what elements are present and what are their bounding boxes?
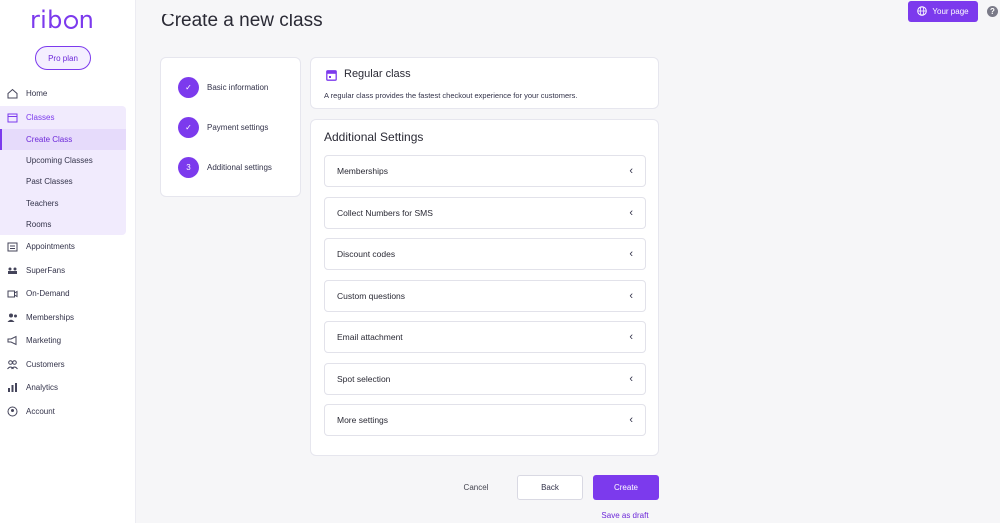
additional-settings-title: Additional Settings	[324, 130, 424, 144]
sidebar: rib n Pro plan Home Classes Create Class …	[0, 0, 136, 523]
classes-group: Classes Create Class Upcoming Classes Pa…	[0, 105, 126, 235]
pro-plan-button[interactable]: Pro plan	[35, 46, 91, 70]
calendar-icon	[7, 241, 18, 252]
sidebar-item-memberships[interactable]: Memberships	[0, 305, 136, 329]
home-icon	[7, 88, 18, 99]
class-type-card: Regular class A regular class provides t…	[310, 57, 659, 109]
sidebar-item-label: Marketing	[26, 336, 62, 346]
superfans-icon	[7, 265, 18, 276]
sidebar-subitem-teachers[interactable]: Teachers	[0, 193, 126, 214]
section-discount-codes[interactable]: Discount codes ‹	[324, 238, 646, 270]
sidebar-subitem-upcoming-classes[interactable]: Upcoming Classes	[0, 150, 126, 171]
section-email-attachment[interactable]: Email attachment ‹	[324, 321, 646, 353]
ribbon-logo[interactable]: rib n	[30, 6, 94, 34]
sidebar-subitem-create-class[interactable]: Create Class	[0, 129, 126, 151]
class-type-description: A regular class provides the fastest che…	[324, 91, 578, 100]
step-payment-settings[interactable]: ✓ Payment settings	[178, 117, 268, 138]
chevron-left-icon: ‹	[629, 165, 633, 177]
users-icon	[7, 312, 18, 323]
chevron-left-icon: ‹	[629, 290, 633, 302]
sidebar-subitem-past-classes[interactable]: Past Classes	[0, 171, 126, 192]
back-button[interactable]: Back	[517, 475, 583, 500]
sidebar-nav: Home Classes Create Class Upcoming Class…	[0, 82, 136, 423]
chevron-left-icon: ‹	[629, 414, 633, 426]
step-label: Basic information	[207, 83, 269, 92]
section-more-settings[interactable]: More settings ‹	[324, 404, 646, 436]
section-collect-numbers-for-sms[interactable]: Collect Numbers for SMS ‹	[324, 197, 646, 229]
section-custom-questions[interactable]: Custom questions ‹	[324, 280, 646, 312]
sidebar-item-label: Customers	[26, 359, 65, 369]
section-memberships[interactable]: Memberships ‹	[324, 155, 646, 187]
chart-icon	[7, 382, 18, 393]
classes-icon	[7, 112, 18, 123]
sidebar-item-label: On-Demand	[26, 289, 70, 299]
sidebar-item-superfans[interactable]: SuperFans	[0, 258, 136, 282]
sidebar-subitem-rooms[interactable]: Rooms	[0, 214, 126, 235]
sidebar-item-label: Analytics	[26, 383, 59, 393]
check-icon: ✓	[178, 77, 199, 98]
step-label: Additional settings	[207, 163, 272, 172]
check-icon: ✓	[178, 117, 199, 138]
logo-ribbon-o	[63, 15, 78, 29]
account-icon	[7, 406, 18, 417]
sidebar-item-label: Appointments	[26, 242, 75, 252]
sidebar-item-label: Home	[26, 89, 48, 99]
step-label: Payment settings	[207, 123, 269, 132]
page-title: Create a new class	[161, 14, 323, 31]
sidebar-item-classes[interactable]: Classes	[0, 106, 126, 130]
megaphone-icon	[7, 335, 18, 346]
sidebar-item-home[interactable]: Home	[0, 82, 136, 106]
section-spot-selection[interactable]: Spot selection ‹	[324, 363, 646, 395]
chevron-left-icon: ‹	[629, 373, 633, 385]
sidebar-item-on-demand[interactable]: On-Demand	[0, 282, 136, 306]
step-additional-settings[interactable]: 3 Additional settings	[178, 157, 272, 178]
sidebar-item-marketing[interactable]: Marketing	[0, 329, 136, 353]
chevron-left-icon: ‹	[629, 248, 633, 260]
sidebar-item-label: Memberships	[26, 312, 75, 322]
your-page-button[interactable]: Your page	[908, 1, 978, 22]
additional-settings-card: Additional Settings Memberships ‹ Collec…	[310, 119, 659, 456]
class-type-title: Regular class	[344, 68, 411, 80]
sidebar-item-analytics[interactable]: Analytics	[0, 376, 136, 400]
sidebar-item-label: SuperFans	[26, 265, 66, 275]
customers-icon	[7, 359, 18, 370]
calendar-icon	[326, 68, 337, 81]
help-icon[interactable]: ?	[987, 6, 998, 17]
sidebar-item-label: Classes	[26, 112, 55, 122]
video-icon	[7, 288, 18, 299]
save-as-draft-link[interactable]: Save as draft	[592, 511, 658, 520]
sidebar-item-account[interactable]: Account	[0, 399, 136, 423]
sidebar-item-customers[interactable]: Customers	[0, 352, 136, 376]
chevron-left-icon: ‹	[629, 207, 633, 219]
cancel-button[interactable]: Cancel	[455, 477, 497, 497]
step-number: 3	[178, 157, 199, 178]
chevron-left-icon: ‹	[629, 331, 633, 343]
step-basic-information[interactable]: ✓ Basic information	[178, 77, 268, 98]
sidebar-item-appointments[interactable]: Appointments	[0, 235, 136, 259]
steps-card: ✓ Basic information ✓ Payment settings 3…	[160, 57, 301, 197]
globe-icon	[917, 5, 928, 18]
create-button[interactable]: Create	[593, 475, 659, 500]
sidebar-item-label: Account	[26, 406, 55, 416]
